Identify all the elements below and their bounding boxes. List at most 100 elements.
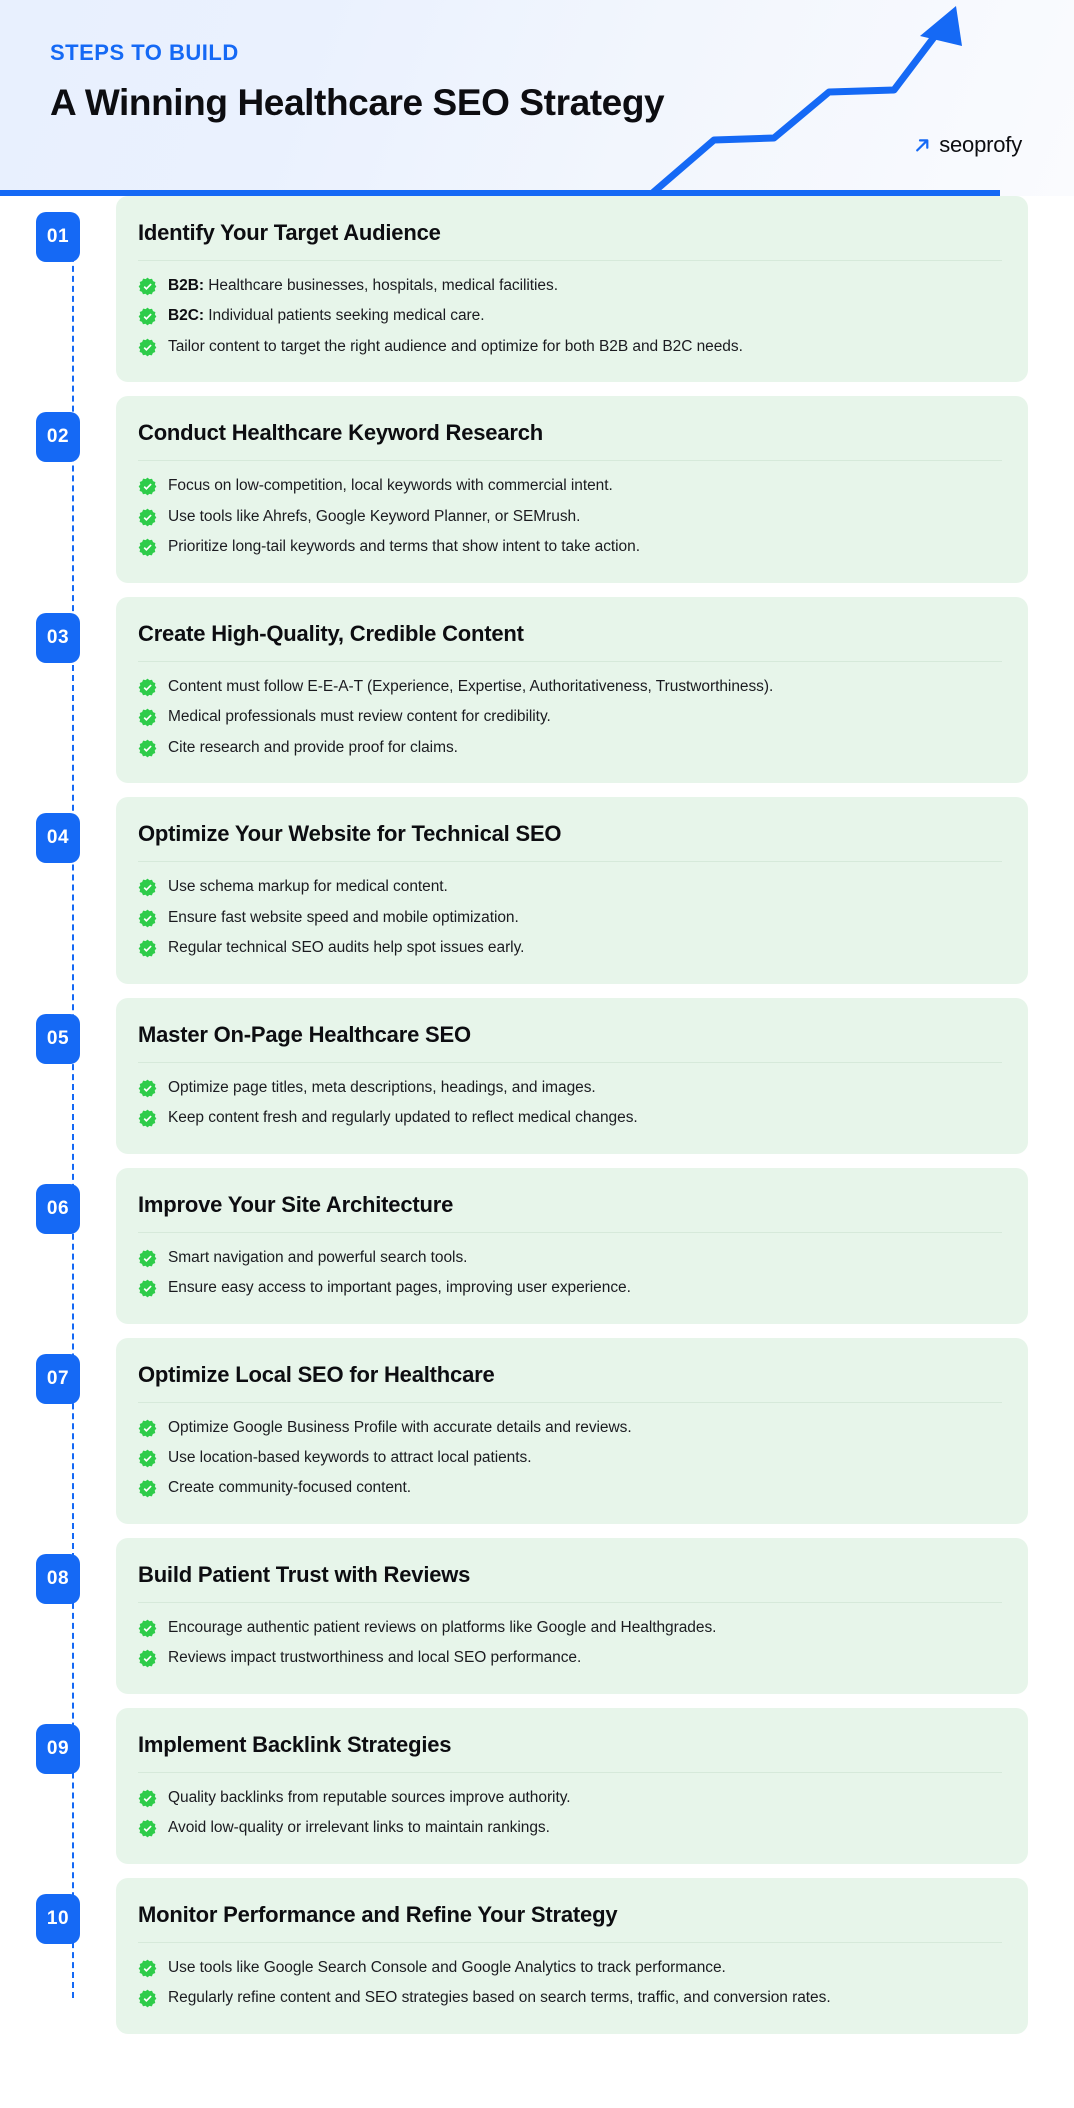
bullet-text: Quality backlinks from reputable sources… [168, 1788, 571, 1806]
brand-logo[interactable]: seoprofy [914, 132, 1022, 158]
list-item: Optimize page titles, meta descriptions,… [138, 1073, 1002, 1103]
list-item: Use location-based keywords to attract l… [138, 1443, 1002, 1473]
bullet-text: Regular technical SEO audits help spot i… [168, 939, 525, 957]
check-badge-icon [138, 739, 157, 758]
step-title: Implement Backlink Strategies [138, 1728, 1002, 1773]
check-badge-icon [138, 478, 157, 496]
step-card: Conduct Healthcare Keyword Research Focus… [116, 396, 1028, 583]
step-item: 06 Improve Your Site Architecture Smart na… [0, 1167, 1074, 1324]
step-card: Implement Backlink Strategies Quality bac… [116, 1707, 1028, 1864]
bullet-text: Create community-focused content. [168, 1479, 412, 1497]
list-item: Keep content fresh and regularly updated… [138, 1103, 1002, 1133]
step-title: Create High-Quality, Credible Content [138, 617, 1002, 662]
diagonal-arrow-up-right-icon [916, 138, 929, 151]
step-card: Build Patient Trust with Reviews Encourag… [116, 1537, 1028, 1694]
check-badge-icon [138, 1819, 157, 1838]
check-badge-icon [138, 538, 157, 557]
check-badge-icon [138, 1419, 157, 1438]
bullet-text: Prioritize long-tail keywords and terms … [168, 538, 640, 556]
list-item: Content must follow E-E-A-T (Experience,… [138, 672, 1002, 702]
step-card: Master On-Page Healthcare SEO Optimize pa… [116, 997, 1028, 1154]
check-badge-icon [138, 708, 157, 727]
bullet-text: Smart navigation and powerful search too… [168, 1248, 468, 1266]
step-bullet-list: Use tools like Google Search Console and… [138, 1943, 1002, 2014]
check-badge-icon [138, 1109, 157, 1128]
step-badge-wrapper: 04 [0, 797, 116, 864]
step-card: Create High-Quality, Credible Content Con… [116, 596, 1028, 784]
list-item: Regularly refine content and SEO strateg… [138, 1983, 1002, 2013]
list-item: Medical professionals must review conten… [138, 702, 1002, 732]
step-badge-wrapper: 05 [0, 998, 116, 1064]
brand-name: seoprofy [939, 132, 1022, 157]
list-item: Ensure easy access to important pages, i… [138, 1273, 1002, 1303]
check-badge-icon [138, 1789, 157, 1808]
check-badge-icon [138, 878, 157, 897]
step-card: Monitor Performance and Refine Your Stra… [116, 1877, 1028, 2034]
bullet-text: Encourage authentic patient reviews on p… [168, 1618, 717, 1636]
check-badge-icon [138, 1819, 157, 1838]
check-badge-icon [138, 1959, 157, 1978]
bullet-lead: B2C: [168, 307, 204, 325]
step-item: 02 Conduct Healthcare Keyword Research Foc… [0, 396, 1074, 583]
steps-list: 01 Identify Your Target Audience B2B: Heal… [0, 196, 1074, 2034]
check-badge-icon [138, 477, 157, 496]
step-item: 01 Identify Your Target Audience B2B: Heal… [0, 196, 1074, 383]
check-badge-icon [138, 739, 157, 758]
check-badge-icon [138, 338, 157, 357]
page-title: A Winning Healthcare SEO Strategy [50, 82, 665, 124]
step-card: Identify Your Target Audience B2B: Health… [116, 196, 1028, 383]
infographic-header: STEPS TO BUILD A Winning Healthcare SEO … [0, 0, 1074, 196]
bullet-text: Ensure fast website speed and mobile opt… [168, 908, 519, 926]
step-bullet-list: B2B: Healthcare businesses, hospitals, m… [138, 261, 1002, 362]
step-badge-wrapper: 10 [0, 1878, 116, 1944]
check-badge-icon [138, 909, 157, 928]
check-badge-icon [138, 1109, 157, 1128]
check-badge-icon [138, 1959, 157, 1978]
list-item: Create community-focused content. [138, 1473, 1002, 1503]
step-bullet-list: Smart navigation and powerful search too… [138, 1233, 1002, 1304]
list-item: Ensure fast website speed and mobile opt… [138, 903, 1002, 933]
step-badge-wrapper: 08 [0, 1538, 116, 1604]
list-item: Cite research and provide proof for clai… [138, 733, 1002, 763]
check-badge-icon [138, 878, 157, 897]
rising-arrow-chart-icon [594, 6, 962, 196]
step-number-badge: 02 [36, 412, 80, 463]
bullet-text: Content must follow E-E-A-T (Experience,… [168, 677, 774, 695]
check-badge-icon [138, 1279, 157, 1298]
check-badge-icon [138, 708, 157, 727]
step-number-badge: 05 [36, 1013, 80, 1064]
header-text-block: STEPS TO BUILD A Winning Healthcare SEO … [50, 40, 665, 125]
check-badge-icon [138, 508, 157, 527]
bullet-text: B2B: Healthcare businesses, hospitals, m… [168, 275, 558, 297]
list-item: Encourage authentic patient reviews on p… [138, 1613, 1002, 1643]
header-kicker: STEPS TO BUILD [50, 40, 239, 65]
check-badge-icon [138, 1989, 157, 2008]
steps-timeline: 01 Identify Your Target Audience B2B: Heal… [0, 196, 1074, 2108]
bullet-text: Use location-based keywords to attract l… [168, 1448, 532, 1466]
check-badge-icon [138, 1479, 157, 1498]
check-badge-icon [138, 508, 157, 527]
check-badge-icon [138, 1449, 157, 1468]
step-number-badge: 07 [36, 1353, 80, 1404]
bullet-text: Use schema markup for medical content. [168, 878, 448, 896]
check-badge-icon [138, 538, 157, 557]
step-bullet-list: Content must follow E-E-A-T (Experience,… [138, 662, 1002, 763]
check-badge-icon [138, 1989, 157, 2008]
check-badge-icon [138, 1419, 157, 1437]
check-badge-icon [138, 1649, 157, 1668]
bullet-text: Tailor content to target the right audie… [168, 337, 743, 355]
step-badge-wrapper: 02 [0, 396, 116, 463]
check-badge-icon [138, 1619, 157, 1638]
step-bullet-list: Quality backlinks from reputable sources… [138, 1773, 1002, 1844]
step-badge-wrapper: 07 [0, 1338, 116, 1404]
step-number-badge: 03 [36, 612, 80, 663]
step-card: Optimize Your Website for Technical SEO U… [116, 797, 1028, 984]
bullet-text: Keep content fresh and regularly updated… [168, 1109, 638, 1127]
step-title: Optimize Local SEO for Healthcare [138, 1358, 1002, 1403]
step-card: Optimize Local SEO for Healthcare Optimiz… [116, 1337, 1028, 1524]
step-title: Improve Your Site Architecture [138, 1188, 1002, 1233]
step-bullet-list: Optimize page titles, meta descriptions,… [138, 1063, 1002, 1134]
list-item: Use schema markup for medical content. [138, 872, 1002, 902]
step-title: Master On-Page Healthcare SEO [138, 1018, 1002, 1063]
step-item: 04 Optimize Your Website for Technical SE… [0, 797, 1074, 984]
